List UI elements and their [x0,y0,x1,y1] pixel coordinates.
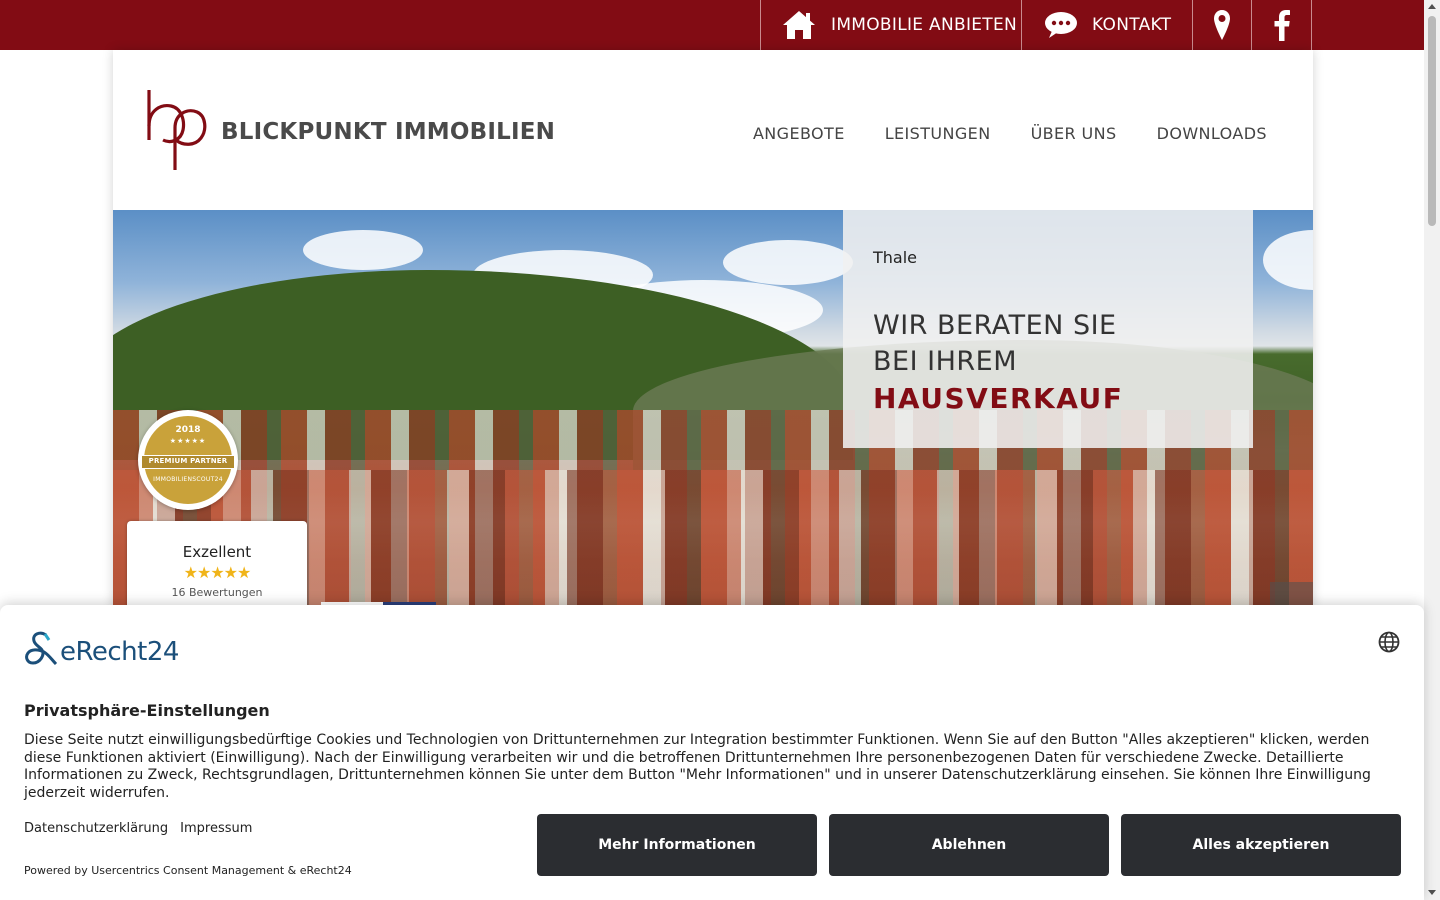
badge-stars: ★★★★★ [169,437,207,445]
hero-headline-line1: WIR BERATEN SIE [873,310,1117,341]
consent-banner: eRecht24 Privatsphäre-Einstellungen Dies… [0,605,1424,900]
map-pin-icon [1213,9,1231,41]
site-header: BLICKPUNKT IMMOBILIEN ANGEBOTE LEISTUNGE… [113,50,1313,210]
accept-all-button[interactable]: Alles akzeptieren [1121,814,1401,876]
page-container: BLICKPUNKT IMMOBILIEN ANGEBOTE LEISTUNGE… [113,50,1313,610]
cloud-shape [303,230,423,270]
facebook-icon [1274,9,1290,41]
offer-property-label: IMMOBILIE ANBIETEN [831,15,1018,35]
deny-button[interactable]: Ablehnen [829,814,1109,876]
map-link[interactable] [1192,0,1251,50]
badge-subtitle: IMMOBILIENSCOUT24 [153,476,223,483]
nav-leistungen[interactable]: LEISTUNGEN [885,124,991,143]
review-rating-label: Exzellent [182,543,252,561]
language-globe-icon[interactable] [1378,631,1400,657]
facebook-link[interactable] [1251,0,1312,50]
more-information-button[interactable]: Mehr Informationen [537,814,817,876]
consent-links: Datenschutzerklärung Impressum [24,821,252,836]
hero-headline-highlight: HAUSVERKAUF [873,382,1124,415]
contact-link[interactable]: KONTAKT [1021,0,1192,50]
privacy-policy-link[interactable]: Datenschutzerklärung [24,821,168,836]
scrollbar[interactable] [1424,0,1440,900]
premium-partner-badge[interactable]: 2018 ★★★★★ PREMIUM PARTNER IMMOBILIENSCO… [138,410,238,510]
review-stars: ★★★★★ [183,563,252,582]
site-logo[interactable]: BLICKPUNKT IMMOBILIEN [145,88,555,176]
cloud-shape [723,240,853,285]
imprint-link[interactable]: Impressum [180,821,252,836]
contact-label: KONTAKT [1092,15,1172,35]
logo-text: BLICKPUNKT IMMOBILIEN [221,119,556,145]
bp-logo-icon [145,88,207,176]
erecht24-logo-icon [24,630,58,674]
hero-banner: Thale WIR BERATEN SIE BEI IHREM HAUSVERK… [113,210,1313,610]
scroll-up-arrow-icon[interactable] [1428,4,1436,9]
hero-text-box: Thale WIR BERATEN SIE BEI IHREM HAUSVERK… [843,210,1253,448]
hero-headline-line2: BEI IHREM [873,346,1018,377]
nav-downloads[interactable]: DOWNLOADS [1157,124,1267,143]
nav-angebote[interactable]: ANGEBOTE [753,124,845,143]
powered-by-text: Powered by Usercentrics Consent Manageme… [24,864,352,877]
top-nav: IMMOBILIE ANBIETEN KONTAKT [760,0,1312,50]
badge-seal: 2018 ★★★★★ PREMIUM PARTNER IMMOBILIENSCO… [142,416,234,504]
scroll-down-arrow-icon[interactable] [1428,890,1436,895]
hero-city: Thale [873,248,918,267]
badge-year: 2018 [175,425,201,435]
main-nav: ANGEBOTE LEISTUNGEN ÜBER UNS DOWNLOADS [753,124,1267,143]
nav-ueber-uns[interactable]: ÜBER UNS [1031,124,1117,143]
offer-property-link[interactable]: IMMOBILIE ANBIETEN [760,0,1021,50]
erecht24-logo: eRecht24 [24,630,179,674]
cloud-shape [1263,230,1313,290]
consent-description: Diese Seite nutzt einwilligungsbedürftig… [24,732,1371,801]
review-widget[interactable]: Exzellent ★★★★★ 16 Bewertungen [127,521,307,610]
erecht24-logo-text: eRecht24 [60,637,179,667]
review-count: 16 Bewertungen [171,586,263,599]
consent-title: Privatsphäre-Einstellungen [24,701,270,720]
house-icon [781,9,817,41]
scroll-thumb[interactable] [1428,16,1436,226]
top-bar: IMMOBILIE ANBIETEN KONTAKT [0,0,1424,50]
badge-title: PREMIUM PARTNER [148,457,228,465]
speech-bubble-icon [1044,11,1078,39]
